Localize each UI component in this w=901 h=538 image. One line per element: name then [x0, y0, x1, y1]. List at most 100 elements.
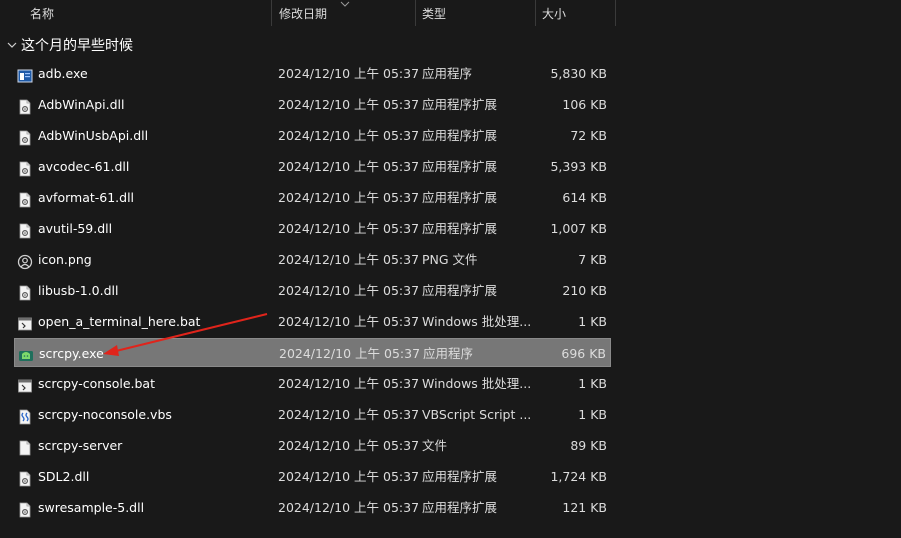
file-date: 2024/12/10 上午 05:37 [278, 66, 420, 81]
file-row[interactable]: open_a_terminal_here.bat 2024/12/10 上午 05… [14, 307, 611, 336]
dll-file-icon [17, 282, 33, 301]
file-size: 5,830 KB [550, 66, 607, 81]
column-divider[interactable] [415, 0, 416, 26]
file-size: 210 KB [562, 283, 607, 298]
dll-file-icon [17, 468, 33, 487]
file-date: 2024/12/10 上午 05:37 [279, 346, 421, 361]
file-row[interactable]: adb.exe 2024/12/10 上午 05:37 应用程序 5,830 KB [14, 59, 611, 88]
column-divider[interactable] [271, 0, 272, 26]
file-type: 应用程序扩展 [422, 221, 498, 236]
bat-file-icon [17, 313, 33, 331]
dll-file-icon [17, 499, 33, 518]
file-size: 89 KB [570, 438, 607, 453]
file-type: 应用程序 [423, 346, 474, 361]
file-date: 2024/12/10 上午 05:37 [278, 376, 420, 391]
png-image-icon [17, 251, 33, 270]
dll-file-icon [17, 220, 33, 239]
file-type: 应用程序扩展 [422, 97, 498, 112]
file-size: 121 KB [562, 500, 607, 515]
generic-file-icon [17, 437, 33, 456]
file-date: 2024/12/10 上午 05:37 [278, 500, 420, 515]
dll-file-icon [17, 96, 33, 115]
file-row[interactable]: scrcpy-console.bat 2024/12/10 上午 05:37 Win… [14, 369, 611, 398]
file-row[interactable]: swresample-5.dll 2024/12/10 上午 05:37 应用程序扩… [14, 493, 611, 522]
file-date: 2024/12/10 上午 05:37 [278, 128, 420, 143]
file-size: 1,007 KB [550, 221, 607, 236]
file-row[interactable]: icon.png 2024/12/10 上午 05:37 PNG 文件 7 KB [14, 245, 611, 274]
file-row[interactable]: avutil-59.dll 2024/12/10 上午 05:37 应用程序扩展 1,… [14, 214, 611, 243]
file-type: VBScript Script ... [422, 407, 530, 422]
file-row[interactable]: SDL2.dll 2024/12/10 上午 05:37 应用程序扩展 1,724 K… [14, 462, 611, 491]
scrcpy-app-icon [18, 345, 34, 361]
file-size: 1 KB [578, 314, 607, 329]
file-name: avutil-59.dll [38, 221, 113, 236]
file-date: 2024/12/10 上午 05:37 [278, 159, 420, 174]
dll-file-icon [17, 158, 33, 177]
file-row[interactable]: libusb-1.0.dll 2024/12/10 上午 05:37 应用程序扩展 2… [14, 276, 611, 305]
file-size: 1 KB [578, 376, 607, 391]
file-name: libusb-1.0.dll [38, 283, 119, 298]
column-header-type[interactable]: 类型 [422, 0, 446, 28]
file-size: 7 KB [578, 252, 607, 267]
file-date: 2024/12/10 上午 05:37 [278, 407, 420, 422]
bat-file-icon [17, 375, 33, 393]
file-size: 1 KB [578, 407, 607, 422]
file-date: 2024/12/10 上午 05:37 [278, 190, 420, 205]
sort-chevron-icon [340, 1, 350, 7]
file-type: PNG 文件 [422, 252, 478, 267]
file-row[interactable]: avformat-61.dll 2024/12/10 上午 05:37 应用程序扩展… [14, 183, 611, 212]
file-row[interactable]: scrcpy-noconsole.vbs 2024/12/10 上午 05:37 V… [14, 400, 611, 429]
file-name: avformat-61.dll [38, 190, 135, 205]
file-name: scrcpy-server [38, 438, 123, 453]
dll-file-icon [17, 189, 33, 208]
file-name: open_a_terminal_here.bat [38, 314, 201, 329]
file-name: icon.png [38, 252, 92, 267]
group-header[interactable]: 这个月的早些时候 [6, 36, 133, 56]
file-date: 2024/12/10 上午 05:37 [278, 314, 420, 329]
file-date: 2024/12/10 上午 05:37 [278, 97, 420, 112]
file-row[interactable]: AdbWinUsbApi.dll 2024/12/10 上午 05:37 应用程序扩… [14, 121, 611, 150]
exe-app-icon [17, 65, 33, 83]
column-divider[interactable] [535, 0, 536, 26]
column-header-date[interactable]: 修改日期 [279, 0, 327, 28]
file-name: SDL2.dll [38, 469, 90, 484]
file-name: scrcpy-noconsole.vbs [38, 407, 172, 422]
file-row[interactable]: scrcpy.exe 2024/12/10 上午 05:37 应用程序 696 KB [14, 338, 611, 367]
file-row[interactable]: avcodec-61.dll 2024/12/10 上午 05:37 应用程序扩展 5… [14, 152, 611, 181]
file-type: Windows 批处理... [422, 376, 530, 391]
file-type: 应用程序扩展 [422, 128, 498, 143]
file-row[interactable]: AdbWinApi.dll 2024/12/10 上午 05:37 应用程序扩展 10… [14, 90, 611, 119]
file-date: 2024/12/10 上午 05:37 [278, 438, 420, 453]
file-type: 应用程序扩展 [422, 469, 498, 484]
file-name: scrcpy-console.bat [38, 376, 155, 391]
file-type: Windows 批处理... [422, 314, 530, 329]
file-size: 696 KB [561, 346, 606, 361]
file-name: avcodec-61.dll [38, 159, 130, 174]
file-date: 2024/12/10 上午 05:37 [278, 469, 420, 484]
file-size: 72 KB [570, 128, 607, 143]
file-name: swresample-5.dll [38, 500, 145, 515]
file-type: 应用程序扩展 [422, 283, 498, 298]
column-header-name[interactable]: 名称 [30, 0, 54, 28]
file-type: 应用程序扩展 [422, 500, 498, 515]
file-type: 应用程序扩展 [422, 190, 498, 205]
file-date: 2024/12/10 上午 05:37 [278, 252, 420, 267]
file-date: 2024/12/10 上午 05:37 [278, 283, 420, 298]
column-divider[interactable] [615, 0, 616, 26]
column-header-size[interactable]: 大小 [542, 0, 566, 28]
file-type: 应用程序扩展 [422, 159, 498, 174]
file-row[interactable]: scrcpy-server 2024/12/10 上午 05:37 文件 89 KB [14, 431, 611, 460]
file-name: scrcpy.exe [39, 346, 104, 361]
group-label: 这个月的早些时候 [21, 38, 133, 54]
file-size: 1,724 KB [550, 469, 607, 484]
file-date: 2024/12/10 上午 05:37 [278, 221, 420, 236]
file-type: 文件 [422, 438, 448, 453]
chevron-down-icon[interactable] [6, 39, 18, 51]
column-header: 名称 修改日期 类型 大小 [0, 0, 616, 28]
file-name: AdbWinUsbApi.dll [38, 128, 149, 143]
file-type: 应用程序 [422, 66, 473, 81]
file-size: 106 KB [562, 97, 607, 112]
file-size: 5,393 KB [550, 159, 607, 174]
vbs-script-icon [17, 406, 33, 425]
file-name: AdbWinApi.dll [38, 97, 125, 112]
